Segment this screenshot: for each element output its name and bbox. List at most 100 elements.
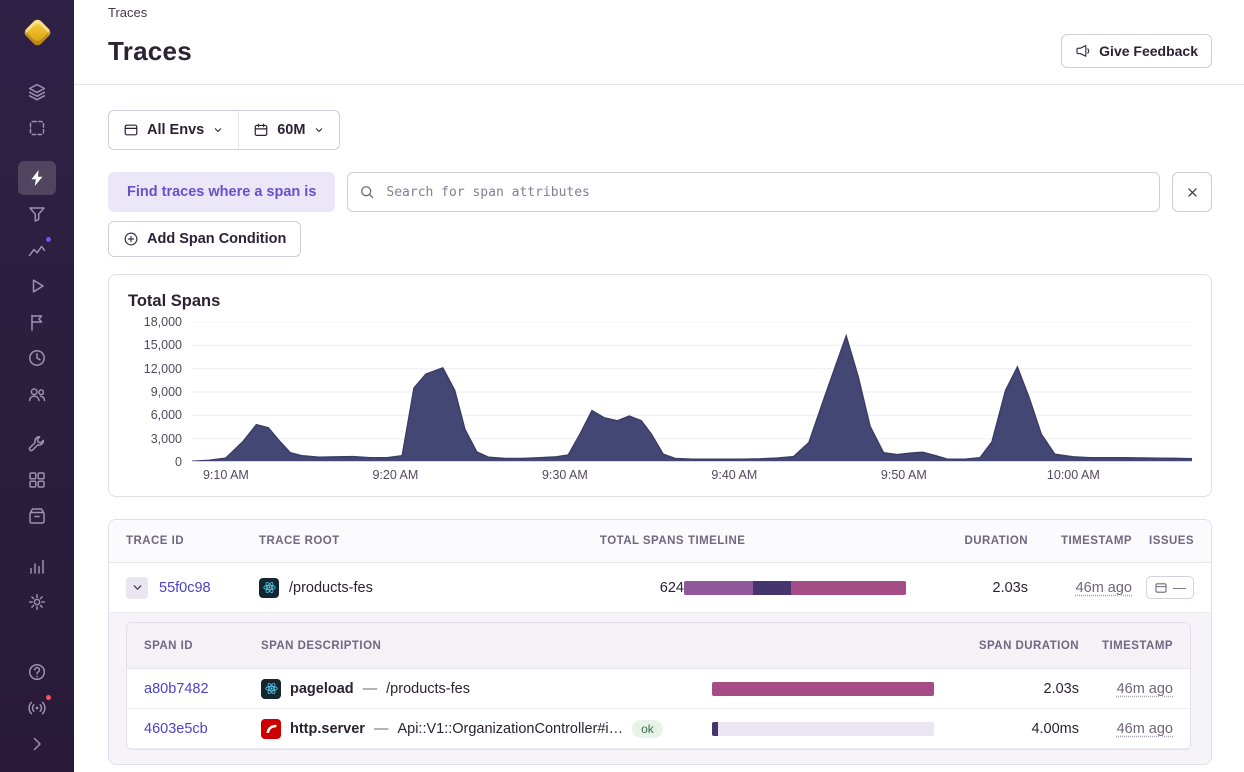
tools-icon[interactable] — [18, 427, 56, 461]
window-icon — [124, 124, 138, 136]
trace-row: 55f0c98 /products-fes 624 2.03s 46m ago … — [109, 563, 1211, 612]
add-span-condition-label: Add Span Condition — [147, 231, 287, 247]
notification-dot — [44, 235, 53, 244]
calendar-icon — [254, 123, 268, 136]
page-filter-group: All Envs 60M — [108, 110, 341, 150]
chart-title: Total Spans — [128, 292, 221, 310]
replays-icon[interactable] — [18, 269, 56, 303]
x-tick-label: 9:10 AM — [202, 468, 249, 482]
notification-dot — [44, 693, 53, 702]
time-range-selector[interactable]: 60M — [238, 111, 339, 149]
sidebar-nav — [18, 74, 56, 634]
chevron-down-icon — [214, 128, 222, 133]
span-row: a80b7482 pageload — /products-fes 2.03s … — [127, 669, 1190, 709]
col-total-spans: TOTAL SPANS — [599, 535, 684, 547]
megaphone-icon — [1076, 44, 1090, 57]
span-query-row: Find traces where a span is — [108, 172, 1212, 212]
collapse-row-button[interactable] — [126, 576, 148, 599]
app-logo[interactable] — [17, 12, 57, 52]
trace-timeline-bar — [684, 580, 906, 595]
search-icon — [361, 186, 374, 199]
react-icon — [261, 678, 281, 699]
span-description: Api::V1::OrganizationController#i… — [397, 720, 624, 737]
insights-icon[interactable] — [18, 233, 56, 267]
issues-icon[interactable] — [18, 75, 56, 109]
col-issues: ISSUES — [1149, 535, 1194, 547]
separator: — — [362, 680, 378, 697]
y-tick-label: 3,000 — [150, 431, 182, 446]
col-timestamp: TIMESTAMP — [1060, 535, 1132, 547]
settings-icon[interactable] — [18, 585, 56, 619]
col-span-description: SPAN DESCRIPTION — [261, 639, 382, 652]
react-icon — [259, 577, 279, 598]
y-tick-label: 9,000 — [150, 385, 182, 399]
dashboards-icon[interactable] — [18, 463, 56, 497]
crons-icon[interactable] — [18, 341, 56, 375]
breadcrumb[interactable]: Traces — [108, 5, 1212, 20]
span-description: /products-fes — [386, 680, 470, 697]
y-tick-label: 12,000 — [143, 361, 182, 376]
trace-duration: 2.03s — [992, 579, 1028, 596]
feedback-icon[interactable] — [18, 305, 56, 339]
traces-table-header: TRACE ID TRACE ROOT TOTAL SPANS TIMELINE… — [109, 520, 1211, 563]
chevron-down-icon — [133, 585, 141, 590]
y-tick-label: 18,000 — [143, 315, 182, 329]
sentry-gem-icon — [22, 17, 52, 47]
collapse-sidebar-icon[interactable] — [18, 727, 56, 761]
status-badge: ok — [632, 719, 663, 738]
spans-subtable: SPAN ID SPAN DESCRIPTION SPAN DURATION T… — [126, 622, 1191, 750]
give-feedback-button[interactable]: Give Feedback — [1061, 34, 1212, 68]
span-duration: 4.00ms — [1031, 720, 1079, 737]
span-search-input[interactable] — [347, 172, 1160, 212]
span-timeline-bar — [712, 721, 934, 736]
performance-traces-icon[interactable] — [18, 161, 56, 195]
filter-bar: All Envs 60M — [108, 110, 1212, 150]
chevron-down-icon — [316, 128, 323, 133]
span-timestamp: 46m ago — [1116, 680, 1173, 697]
span-timestamp: 46m ago — [1116, 720, 1173, 737]
page-title: Traces — [108, 35, 192, 66]
page-header: Traces Traces Give Feedback — [74, 0, 1244, 85]
environment-selector[interactable]: All Envs — [109, 111, 238, 149]
y-tick-label: 6,000 — [150, 408, 182, 423]
filters-icon[interactable] — [18, 197, 56, 231]
x-tick-label: 9:50 AM — [880, 468, 927, 482]
releases-icon[interactable] — [18, 499, 56, 533]
add-span-condition-button[interactable]: Add Span Condition — [108, 221, 302, 257]
y-tick-label: 15,000 — [143, 338, 182, 353]
span-op: http.server — [290, 720, 365, 737]
span-op: pageload — [290, 680, 354, 697]
span-id-link[interactable]: a80b7482 — [144, 681, 209, 697]
trace-id-link[interactable]: 55f0c98 — [159, 580, 211, 596]
x-tick-label: 9:30 AM — [541, 468, 588, 482]
spans-subtable-header: SPAN ID SPAN DESCRIPTION SPAN DURATION T… — [127, 623, 1190, 669]
teams-icon[interactable] — [18, 377, 56, 411]
projects-icon[interactable] — [18, 111, 56, 145]
sidebar — [0, 0, 74, 772]
environment-label: All Envs — [147, 122, 205, 138]
traces-table: TRACE ID TRACE ROOT TOTAL SPANS TIMELINE… — [108, 519, 1212, 765]
spans-subtable-wrap: SPAN ID SPAN DESCRIPTION SPAN DURATION T… — [109, 612, 1211, 764]
chart-y-axis: 0 3,000 6,000 9,000 12,000 15,000 18,000 — [128, 315, 192, 469]
col-span-id: SPAN ID — [144, 639, 194, 652]
stats-icon[interactable] — [18, 549, 56, 583]
span-id-link[interactable]: 4603e5cb — [144, 721, 208, 737]
whats-new-icon[interactable] — [18, 691, 56, 725]
x-tick-label: 10:00 AM — [1046, 468, 1100, 482]
chart-plot-area — [192, 322, 1192, 462]
help-icon[interactable] — [18, 655, 56, 689]
x-icon — [1187, 187, 1197, 197]
give-feedback-label: Give Feedback — [1099, 43, 1198, 59]
col-span-timestamp: TIMESTAMP — [1101, 639, 1173, 652]
x-tick-label: 9:20 AM — [372, 468, 419, 482]
col-timeline: TIMELINE — [688, 535, 746, 547]
time-range-label: 60M — [277, 122, 306, 138]
clear-search-button[interactable] — [1172, 172, 1212, 212]
chart-x-axis: 9:10 AM 9:20 AM 9:30 AM 9:40 AM 9:50 AM 10:00… — [192, 462, 1192, 486]
sidebar-bottom-nav — [18, 654, 56, 762]
x-tick-label: 9:40 AM — [711, 468, 758, 482]
plus-circle-icon — [124, 232, 138, 246]
span-duration: 2.03s — [1043, 680, 1079, 697]
trace-root-name: /products-fes — [289, 579, 373, 596]
issues-button[interactable]: — — [1146, 576, 1194, 599]
